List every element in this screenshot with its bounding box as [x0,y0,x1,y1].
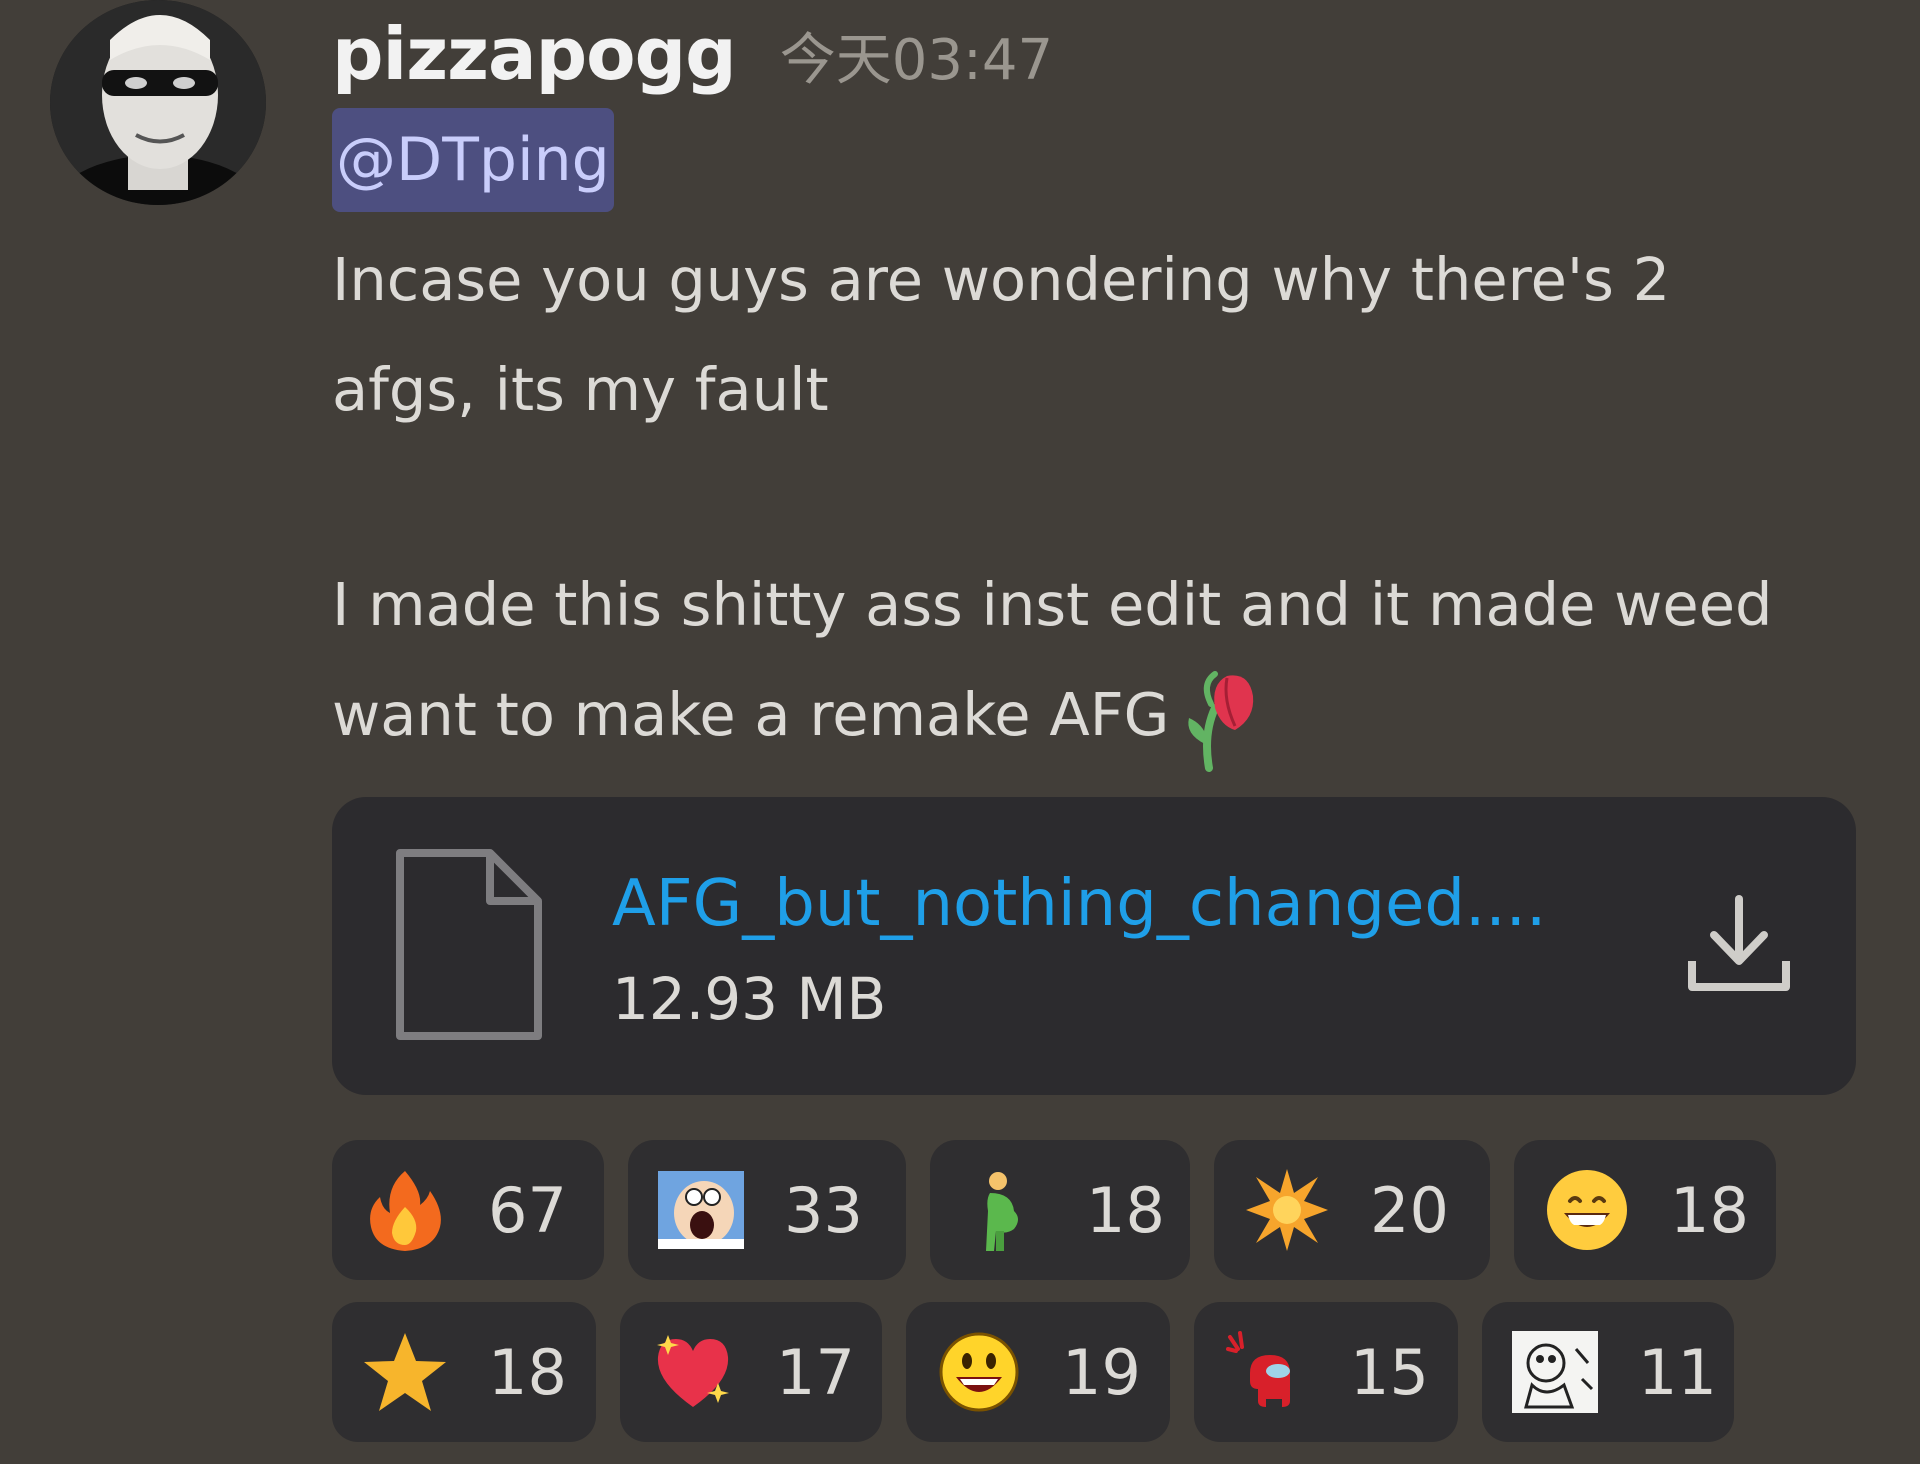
star-icon [364,1333,446,1411]
reaction-peter-griffin-scream[interactable]: 33 [628,1140,906,1280]
message-paragraph: Incase you guys are wondering why there'… [332,245,1671,424]
among-us-crewmate-icon [1226,1331,1290,1407]
reaction-row: 18 17 19 15 11 [332,1302,1892,1442]
reaction-cartoon-sketch[interactable]: 11 [1482,1302,1734,1442]
download-icon[interactable] [1684,889,1794,999]
cartoon-sketch-icon [1512,1331,1598,1413]
username[interactable]: pizzapogg [332,12,737,96]
reaction-smiley-face[interactable]: 19 [906,1302,1170,1442]
sparkle-burst-icon [1246,1169,1328,1251]
message-header: pizzapogg 今天03:47 [332,12,1053,96]
reaction-among-us-crewmate[interactable]: 15 [1194,1302,1458,1442]
file-attachment: AFG_but_nothing_changed.... 12.93 MB [332,797,1856,1095]
peter-griffin-scream-icon [658,1171,744,1249]
reaction-count: 17 [776,1335,855,1409]
reaction-count: 15 [1350,1335,1429,1409]
reaction-count: 18 [488,1335,567,1409]
reaction-sparkling-heart[interactable]: 17 [620,1302,882,1442]
reaction-count: 18 [1670,1173,1749,1247]
reaction-count: 11 [1638,1335,1717,1409]
message-text: I made this shitty ass inst edit and it … [332,570,1773,749]
file-name-link[interactable]: AFG_but_nothing_changed.... [612,867,1546,941]
reaction-count: 33 [784,1173,863,1247]
reaction-grinning-face[interactable]: 18 [1514,1140,1776,1280]
pregnant-man-icon [986,1172,1018,1251]
file-size: 12.93 MB [612,965,887,1033]
reaction-count: 20 [1370,1173,1449,1247]
reactions-bar: 67 33 18 20 18 18 17 19 15 11 [332,1140,1892,1464]
reaction-pregnant-man[interactable]: 18 [930,1140,1190,1280]
message-paragraph: I made this shitty ass inst edit and it … [332,550,1792,774]
user-mention[interactable]: @DTping [332,108,614,212]
fire-icon [370,1171,441,1251]
reaction-count: 18 [1086,1173,1165,1247]
wilted-rose-icon [1188,670,1254,772]
reaction-count: 67 [488,1173,567,1247]
avatar-image [50,0,266,205]
grinning-face-icon [1547,1170,1627,1250]
reaction-sparkle-burst[interactable]: 20 [1214,1140,1490,1280]
user-avatar[interactable] [50,0,266,205]
timestamp: 今天03:47 [779,28,1054,93]
reaction-star[interactable]: 18 [332,1302,596,1442]
file-icon [396,849,542,1040]
reaction-count: 19 [1062,1335,1141,1409]
smiley-face-icon [939,1332,1019,1412]
reaction-fire[interactable]: 67 [332,1140,604,1280]
reaction-row: 67 33 18 20 18 [332,1140,1892,1280]
message-content: Incase you guys are wondering why there'… [332,225,1792,774]
sparkling-heart-icon [657,1335,729,1407]
